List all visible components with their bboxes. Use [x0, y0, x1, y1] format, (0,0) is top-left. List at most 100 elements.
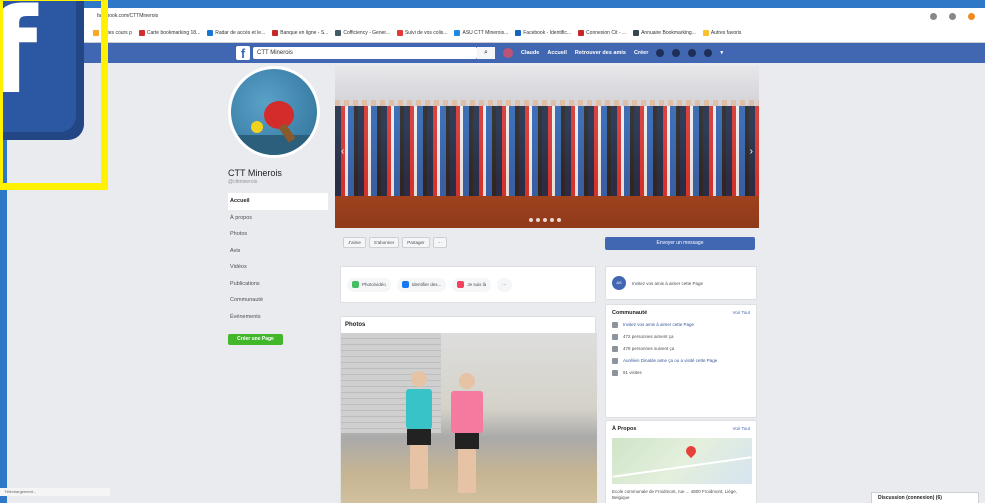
- tag-button[interactable]: Identifier des...: [396, 277, 447, 292]
- see-all-link[interactable]: Voir Tout: [733, 426, 750, 432]
- bookmark[interactable]: Radar de accès et le...: [207, 30, 265, 36]
- page-nav-reviews[interactable]: Avis: [228, 243, 328, 260]
- invite-card: AS Invitez vos amis à aimer cette Page: [605, 266, 757, 300]
- carousel-dot[interactable]: [557, 218, 561, 222]
- nav-home[interactable]: Accueil: [547, 50, 567, 56]
- page-nav: Accueil À propos Photos Avis Vidéos Publ…: [228, 193, 328, 325]
- cover-crowd: [335, 106, 759, 196]
- bookmark-icon: [207, 30, 214, 36]
- photo-person: [401, 371, 437, 491]
- like-icon: [612, 334, 618, 340]
- map-pin-icon: [683, 443, 699, 459]
- bookmark[interactable]: Notes cours p: [93, 30, 132, 36]
- user-icon: [612, 358, 618, 364]
- status-bar: Téléchargement...: [0, 488, 110, 496]
- extension-icon[interactable]: [949, 12, 956, 20]
- bookmark[interactable]: Carte bookmarking 18...: [138, 30, 200, 36]
- carousel-dot[interactable]: [550, 218, 554, 222]
- community-item: Invitez vos amis à aimer cette Page: [612, 322, 750, 328]
- follow-button[interactable]: S'abonner: [368, 237, 400, 248]
- bookmark[interactable]: Suivi de vos colis...: [396, 30, 447, 36]
- search-icon[interactable]: ⌕: [477, 47, 495, 59]
- person-legs: [458, 449, 476, 493]
- about-title: À Propos: [612, 426, 637, 432]
- person-head: [459, 373, 475, 389]
- post-composer: Photo/vidéo Identifier des... Je suis là…: [340, 266, 596, 303]
- messenger-icon[interactable]: [672, 49, 681, 57]
- cover-photo[interactable]: ‹ ›: [335, 66, 759, 228]
- carousel-dot[interactable]: [529, 218, 533, 222]
- invite-text[interactable]: Invitez vos amis à aimer cette Page: [632, 281, 703, 286]
- browser-chrome: facebook.com/CTTMinerois Notes cours p C…: [7, 8, 985, 43]
- share-button[interactable]: Partager: [402, 237, 430, 248]
- profile-picture[interactable]: [228, 66, 320, 158]
- community-card: Communauté Voir Tout Invitez vos amis à a…: [605, 304, 757, 418]
- avatar[interactable]: [503, 48, 513, 58]
- page-handle[interactable]: @cttminerois: [228, 179, 328, 185]
- facebook-home-icon[interactable]: f: [236, 46, 250, 61]
- carousel-dot[interactable]: [543, 218, 547, 222]
- url-text[interactable]: facebook.com/CTTMinerois: [97, 13, 158, 19]
- community-item: 91 visites: [612, 370, 750, 376]
- bookmark[interactable]: Cofficiency - Gener...: [335, 30, 390, 36]
- checkin-button[interactable]: Je suis là: [452, 277, 492, 292]
- photo-video-button[interactable]: Photo/vidéo: [347, 277, 391, 292]
- person-shorts: [407, 429, 431, 445]
- create-page-button[interactable]: Créer une Page: [228, 334, 283, 345]
- help-icon[interactable]: [704, 49, 713, 57]
- profile-icon[interactable]: [968, 12, 975, 20]
- more-options-button[interactable]: ···: [497, 277, 512, 292]
- chevron-down-icon[interactable]: ▾: [720, 50, 723, 56]
- map-road: [612, 456, 752, 478]
- bookmark[interactable]: Connexion Cit - ...: [578, 30, 626, 36]
- bookmark[interactable]: Banque en ligne - S...: [272, 30, 328, 36]
- browser-window: facebook.com/CTTMinerois Notes cours p C…: [7, 8, 985, 503]
- friends-icon[interactable]: [656, 49, 665, 57]
- page-nav-community[interactable]: Communauté: [228, 292, 328, 309]
- star-icon[interactable]: [930, 12, 937, 20]
- tag-icon: [401, 281, 409, 288]
- like-button[interactable]: J'aime: [343, 237, 366, 248]
- nav-user-name[interactable]: Claude: [521, 50, 539, 56]
- page-nav-posts[interactable]: Publications: [228, 276, 328, 293]
- chevron-left-icon[interactable]: ‹: [341, 146, 344, 157]
- more-button[interactable]: ···: [432, 237, 448, 248]
- facebook-logo: f: [0, 0, 84, 140]
- bookmark-icon: [138, 30, 145, 36]
- bookmark-icon: [272, 30, 279, 36]
- page-nav-photos[interactable]: Photos: [228, 226, 328, 243]
- page-nav-events[interactable]: Événements: [228, 309, 328, 326]
- facebook-top-bar: f CTT Minerois ⌕ Claude Accueil Retrouve…: [7, 43, 985, 63]
- chevron-right-icon[interactable]: ›: [750, 146, 753, 157]
- photo-person: [446, 373, 488, 493]
- table-tennis-table: [231, 135, 317, 155]
- bookmark-icon: [396, 30, 403, 36]
- paddle-icon: [264, 101, 294, 129]
- photo-thumbnail[interactable]: [341, 333, 597, 503]
- chat-bar[interactable]: Discussion (connexion) (6): [871, 492, 979, 503]
- folder-icon: [702, 30, 709, 36]
- nav-create[interactable]: Créer: [634, 50, 648, 56]
- page-nav-home[interactable]: Accueil: [228, 193, 328, 210]
- ball-icon: [251, 121, 263, 133]
- follow-icon: [612, 346, 618, 352]
- community-title: Communauté: [612, 310, 648, 316]
- see-all-link[interactable]: Voir Tout: [733, 310, 750, 316]
- carousel-dot[interactable]: [536, 218, 540, 222]
- bookmark[interactable]: Autres favoris: [702, 30, 741, 36]
- bookmark-icon: [633, 30, 640, 36]
- notifications-icon[interactable]: [688, 49, 697, 57]
- search-input[interactable]: CTT Minerois: [253, 47, 477, 59]
- page-nav-about[interactable]: À propos: [228, 210, 328, 227]
- location-map[interactable]: [612, 438, 752, 484]
- bookmark[interactable]: Annuaire Bookmarking...: [633, 30, 696, 36]
- bookmark[interactable]: Facebook - Identific...: [515, 30, 571, 36]
- send-message-button[interactable]: Envoyer un message: [605, 237, 755, 250]
- bookmark-icon: [454, 30, 461, 36]
- page-nav-videos[interactable]: Vidéos: [228, 259, 328, 276]
- community-item: 478 personnes suivent ça: [612, 346, 750, 352]
- bookmark[interactable]: ASU CTT Minerois...: [454, 30, 508, 36]
- nav-find-friends[interactable]: Retrouver des amis: [575, 50, 626, 56]
- carousel-dots: [529, 218, 561, 222]
- address-bar[interactable]: facebook.com/CTTMinerois: [7, 8, 985, 24]
